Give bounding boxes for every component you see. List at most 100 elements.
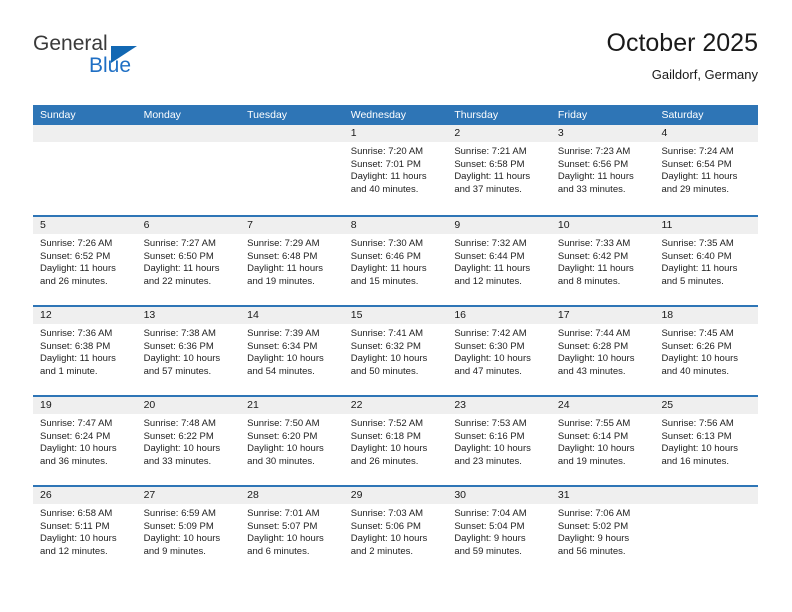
sunrise-text: Sunrise: 7:41 AM (350, 328, 424, 339)
day-cell[interactable]: 28 Sunrise: 7:01 AM Sunset: 5:07 PM Dayl… (240, 487, 344, 575)
day-details: Sunrise: 7:44 AM Sunset: 6:28 PM Dayligh… (551, 324, 655, 378)
day-cell[interactable]: 23 Sunrise: 7:53 AM Sunset: 6:16 PM Dayl… (447, 397, 551, 485)
week-row: 19 Sunrise: 7:47 AM Sunset: 6:24 PM Dayl… (33, 395, 759, 485)
daylight-text-line2: and 22 minutes. (143, 275, 212, 287)
sunset-text: Sunset: 6:22 PM (143, 430, 214, 442)
day-cell[interactable]: 5 Sunrise: 7:26 AM Sunset: 6:52 PM Dayli… (33, 217, 137, 305)
sunrise-text: Sunrise: 7:48 AM (143, 418, 216, 429)
day-details: Sunrise: 7:56 AM Sunset: 6:13 PM Dayligh… (654, 414, 758, 468)
day-cell[interactable]: 1 Sunrise: 7:20 AM Sunset: 7:01 PM Dayli… (343, 125, 448, 215)
daylight-text-line1: Daylight: 11 hours (454, 171, 531, 183)
sunrise-text: Sunrise: 7:06 AM (557, 508, 631, 519)
day-cell[interactable]: 14 Sunrise: 7:39 AM Sunset: 6:34 PM Dayl… (240, 307, 344, 395)
day-cell[interactable]: 9 Sunrise: 7:32 AM Sunset: 6:44 PM Dayli… (447, 217, 551, 305)
sunrise-text: Sunrise: 7:39 AM (247, 328, 320, 339)
day-cell[interactable]: 3 Sunrise: 7:23 AM Sunset: 6:56 PM Dayli… (550, 125, 655, 215)
sunset-text: Sunset: 5:04 PM (454, 520, 525, 532)
daylight-text-line1: Daylight: 11 hours (40, 353, 116, 365)
day-cell[interactable]: 17 Sunrise: 7:44 AM Sunset: 6:28 PM Dayl… (550, 307, 655, 395)
day-details: Sunrise: 7:20 AM Sunset: 7:01 PM Dayligh… (344, 142, 448, 196)
sunset-text: Sunset: 6:32 PM (350, 340, 421, 352)
day-cell[interactable]: 20 Sunrise: 7:48 AM Sunset: 6:22 PM Dayl… (136, 397, 241, 485)
sunrise-text: Sunrise: 7:38 AM (143, 328, 216, 339)
daylight-text-line1: Daylight: 10 hours (143, 353, 221, 365)
day-cell[interactable]: 11 Sunrise: 7:35 AM Sunset: 6:40 PM Dayl… (654, 217, 759, 305)
sunrise-text: Sunrise: 7:32 AM (454, 238, 527, 249)
day-details: Sunrise: 7:52 AM Sunset: 6:18 PM Dayligh… (344, 414, 448, 468)
day-cell[interactable]: 13 Sunrise: 7:38 AM Sunset: 6:36 PM Dayl… (136, 307, 241, 395)
day-number: 11 (661, 219, 673, 231)
day-cell[interactable]: 24 Sunrise: 7:55 AM Sunset: 6:14 PM Dayl… (550, 397, 655, 485)
general-blue-logo: General Blue (33, 32, 263, 88)
daylight-text-line1: Daylight: 11 hours (661, 171, 738, 183)
daylight-text-line1: Daylight: 10 hours (661, 443, 739, 455)
day-details: Sunrise: 7:35 AM Sunset: 6:40 PM Dayligh… (654, 234, 758, 288)
daylight-text-line1: Daylight: 10 hours (247, 353, 324, 365)
sunset-text: Sunset: 6:44 PM (454, 250, 525, 262)
day-cell[interactable]: 19 Sunrise: 7:47 AM Sunset: 6:24 PM Dayl… (33, 397, 137, 485)
day-cell[interactable]: 31 Sunrise: 7:06 AM Sunset: 5:02 PM Dayl… (550, 487, 655, 575)
daylight-text-line1: Daylight: 11 hours (557, 263, 634, 275)
day-number: 17 (557, 309, 570, 321)
day-cell[interactable]: 7 Sunrise: 7:29 AM Sunset: 6:48 PM Dayli… (240, 217, 344, 305)
sunset-text: Sunset: 5:06 PM (350, 520, 421, 532)
day-details: Sunrise: 7:47 AM Sunset: 6:24 PM Dayligh… (33, 414, 137, 468)
daylight-text-line2: and 16 minutes. (661, 455, 730, 467)
day-cell[interactable]: 25 Sunrise: 7:56 AM Sunset: 6:13 PM Dayl… (654, 397, 759, 485)
day-cell[interactable]: 29 Sunrise: 7:03 AM Sunset: 5:06 PM Dayl… (343, 487, 448, 575)
day-cell[interactable]: 4 Sunrise: 7:24 AM Sunset: 6:54 PM Dayli… (654, 125, 759, 215)
daylight-text-line2: and 36 minutes. (40, 455, 108, 467)
day-details: Sunrise: 6:58 AM Sunset: 5:11 PM Dayligh… (33, 504, 137, 558)
day-details: Sunrise: 7:27 AM Sunset: 6:50 PM Dayligh… (137, 234, 241, 288)
daylight-text-line2: and 2 minutes. (350, 545, 414, 557)
day-cell[interactable]: 8 Sunrise: 7:30 AM Sunset: 6:46 PM Dayli… (343, 217, 448, 305)
daylight-text-line1: Daylight: 10 hours (350, 533, 428, 545)
day-cell[interactable]: 15 Sunrise: 7:41 AM Sunset: 6:32 PM Dayl… (343, 307, 448, 395)
daylight-text-line2: and 8 minutes. (557, 275, 621, 287)
day-details: Sunrise: 7:03 AM Sunset: 5:06 PM Dayligh… (344, 504, 448, 558)
day-cell[interactable]: 6 Sunrise: 7:27 AM Sunset: 6:50 PM Dayli… (136, 217, 241, 305)
week-row: 26 Sunrise: 6:58 AM Sunset: 5:11 PM Dayl… (33, 485, 759, 575)
day-cell[interactable]: 22 Sunrise: 7:52 AM Sunset: 6:18 PM Dayl… (343, 397, 448, 485)
daylight-text-line2: and 1 minute. (40, 365, 98, 377)
sunrise-text: Sunrise: 7:36 AM (40, 328, 113, 339)
day-details: Sunrise: 7:55 AM Sunset: 6:14 PM Dayligh… (551, 414, 655, 468)
daylight-text-line2: and 12 minutes. (454, 275, 522, 287)
day-details (33, 142, 137, 146)
sunrise-text: Sunrise: 6:59 AM (143, 508, 216, 519)
day-cell[interactable]: 12 Sunrise: 7:36 AM Sunset: 6:38 PM Dayl… (33, 307, 137, 395)
logo-text-blue: Blue (89, 54, 132, 77)
sunset-text: Sunset: 6:24 PM (40, 430, 111, 442)
day-cell[interactable]: 16 Sunrise: 7:42 AM Sunset: 6:30 PM Dayl… (447, 307, 551, 395)
day-cell[interactable]: 27 Sunrise: 6:59 AM Sunset: 5:09 PM Dayl… (136, 487, 241, 575)
daylight-text-line2: and 23 minutes. (454, 455, 522, 467)
sunrise-text: Sunrise: 7:53 AM (454, 418, 527, 429)
sunset-text: Sunset: 6:40 PM (661, 250, 732, 262)
day-number: 15 (350, 309, 363, 321)
daylight-text-line2: and 59 minutes. (454, 545, 522, 557)
day-details: Sunrise: 7:42 AM Sunset: 6:30 PM Dayligh… (447, 324, 551, 378)
day-details (240, 142, 344, 146)
day-cell[interactable]: 26 Sunrise: 6:58 AM Sunset: 5:11 PM Dayl… (33, 487, 137, 575)
day-cell[interactable]: 2 Sunrise: 7:21 AM Sunset: 6:58 PM Dayli… (447, 125, 551, 215)
day-number: 26 (40, 489, 52, 501)
week-row: 12 Sunrise: 7:36 AM Sunset: 6:38 PM Dayl… (33, 305, 759, 395)
daylight-text-line2: and 33 minutes. (143, 455, 212, 467)
day-number: 8 (350, 219, 357, 231)
day-number: 1 (350, 127, 357, 139)
day-cell[interactable]: 10 Sunrise: 7:33 AM Sunset: 6:42 PM Dayl… (550, 217, 655, 305)
sunrise-text: Sunrise: 7:21 AM (454, 146, 527, 157)
day-details: Sunrise: 7:53 AM Sunset: 6:16 PM Dayligh… (447, 414, 551, 468)
day-cell[interactable]: 18 Sunrise: 7:45 AM Sunset: 6:26 PM Dayl… (654, 307, 759, 395)
sunrise-text: Sunrise: 7:44 AM (557, 328, 631, 339)
daylight-text-line1: Daylight: 10 hours (557, 353, 635, 365)
day-number: 10 (557, 219, 570, 231)
daylight-text-line1: Daylight: 11 hours (350, 263, 427, 275)
day-cell[interactable]: 21 Sunrise: 7:50 AM Sunset: 6:20 PM Dayl… (240, 397, 344, 485)
day-details: Sunrise: 7:50 AM Sunset: 6:20 PM Dayligh… (240, 414, 344, 468)
sunset-text: Sunset: 6:36 PM (143, 340, 214, 352)
week-row: 5 Sunrise: 7:26 AM Sunset: 6:52 PM Dayli… (33, 215, 759, 305)
day-cell[interactable]: 30 Sunrise: 7:04 AM Sunset: 5:04 PM Dayl… (447, 487, 551, 575)
weekday-saturday: Saturday (661, 109, 704, 121)
daylight-text-line2: and 5 minutes. (661, 275, 724, 287)
